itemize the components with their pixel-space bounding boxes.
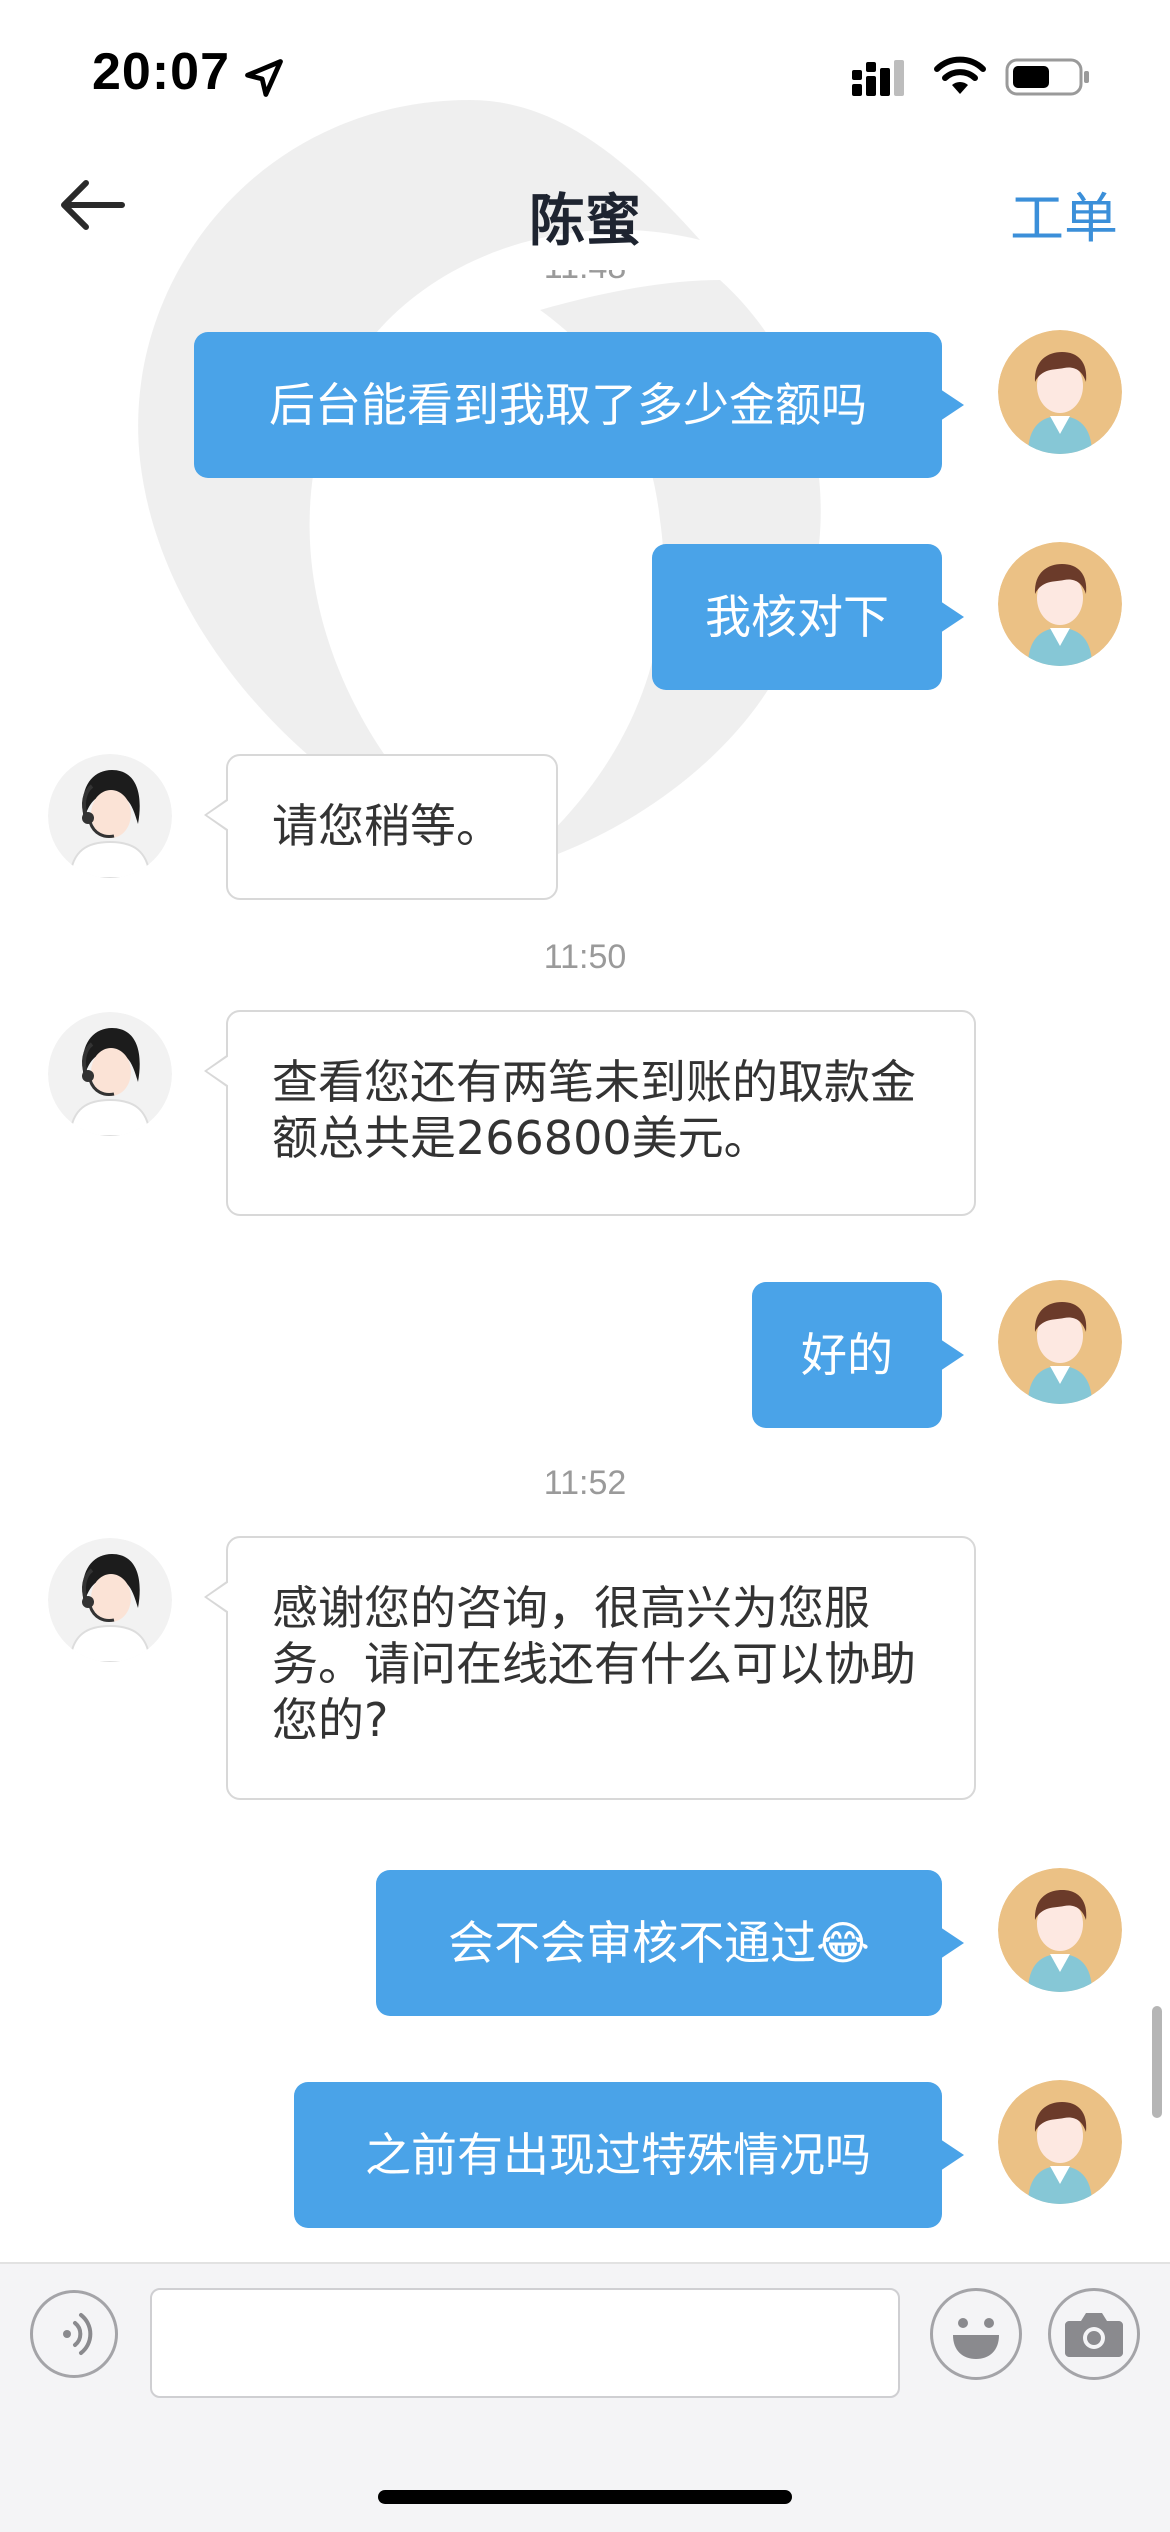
user-avatar-icon xyxy=(998,2080,1122,2204)
smiley-icon xyxy=(953,2318,999,2359)
incoming-message-bubble[interactable]: 查看您还有两笔未到账的取款金额总共是266800美元。 xyxy=(204,1010,976,1216)
timestamp: 11:50 xyxy=(543,938,627,976)
timestamp: 11:48 xyxy=(0,270,1170,287)
outgoing-message-bubble[interactable]: 我核对下 xyxy=(652,544,964,690)
agent-avatar[interactable] xyxy=(48,1538,172,1662)
user-avatar[interactable] xyxy=(998,542,1122,666)
message-input[interactable] xyxy=(150,2288,900,2398)
agent-avatar-icon xyxy=(48,1538,172,1662)
agent-avatar-icon xyxy=(48,754,172,878)
voice-input-button[interactable] xyxy=(30,2290,118,2378)
outgoing-message-bubble[interactable]: 之前有出现过特殊情况吗 xyxy=(294,2082,964,2228)
status-bar: 20:07 xyxy=(0,0,1170,150)
status-time: 20:07 xyxy=(92,43,230,101)
voice-icon xyxy=(63,2313,93,2355)
user-avatar[interactable] xyxy=(998,2080,1122,2204)
agent-avatar[interactable] xyxy=(48,1012,172,1136)
incoming-message-bubble[interactable]: 感谢您的咨询，很高兴为您服务。请问在线还有什么可以协助您的? xyxy=(204,1536,976,1800)
user-avatar-icon xyxy=(998,1280,1122,1404)
wifi-icon xyxy=(934,56,986,94)
incoming-message-bubble[interactable]: 请您稍等。 xyxy=(204,754,558,900)
user-avatar[interactable] xyxy=(998,1280,1122,1404)
page-title: 陈蜜 xyxy=(529,189,641,254)
timestamp: 11:52 xyxy=(543,1464,627,1502)
agent-avatar[interactable] xyxy=(48,754,172,878)
outgoing-message-bubble[interactable]: 会不会审核不通过😂 xyxy=(376,1870,964,2016)
work-order-button[interactable]: 工单 xyxy=(1010,174,1118,253)
outgoing-message-bubble[interactable]: 后台能看到我取了多少金额吗 xyxy=(194,332,964,478)
user-avatar-icon xyxy=(998,542,1122,666)
emoji-button[interactable] xyxy=(930,2288,1022,2380)
camera-button[interactable] xyxy=(1048,2288,1140,2380)
location-arrow-icon xyxy=(245,59,283,97)
home-indicator[interactable] xyxy=(378,2490,792,2504)
cellular-signal-icon xyxy=(852,60,904,96)
scroll-indicator[interactable] xyxy=(1152,2006,1162,2118)
user-avatar[interactable] xyxy=(998,330,1122,454)
user-avatar-icon xyxy=(998,1868,1122,1992)
agent-avatar-icon xyxy=(48,1012,172,1136)
user-avatar[interactable] xyxy=(998,1868,1122,1992)
camera-icon xyxy=(1065,2313,1123,2357)
chat-message-list[interactable]: 11:48 后台能看到我取了多少金额吗 我核对下 xyxy=(0,270,1170,2260)
battery-icon xyxy=(1005,58,1089,96)
navigation-bar: 陈蜜 工单 xyxy=(0,150,1170,270)
user-avatar-icon xyxy=(998,330,1122,454)
outgoing-message-bubble[interactable]: 好的 xyxy=(752,1282,964,1428)
